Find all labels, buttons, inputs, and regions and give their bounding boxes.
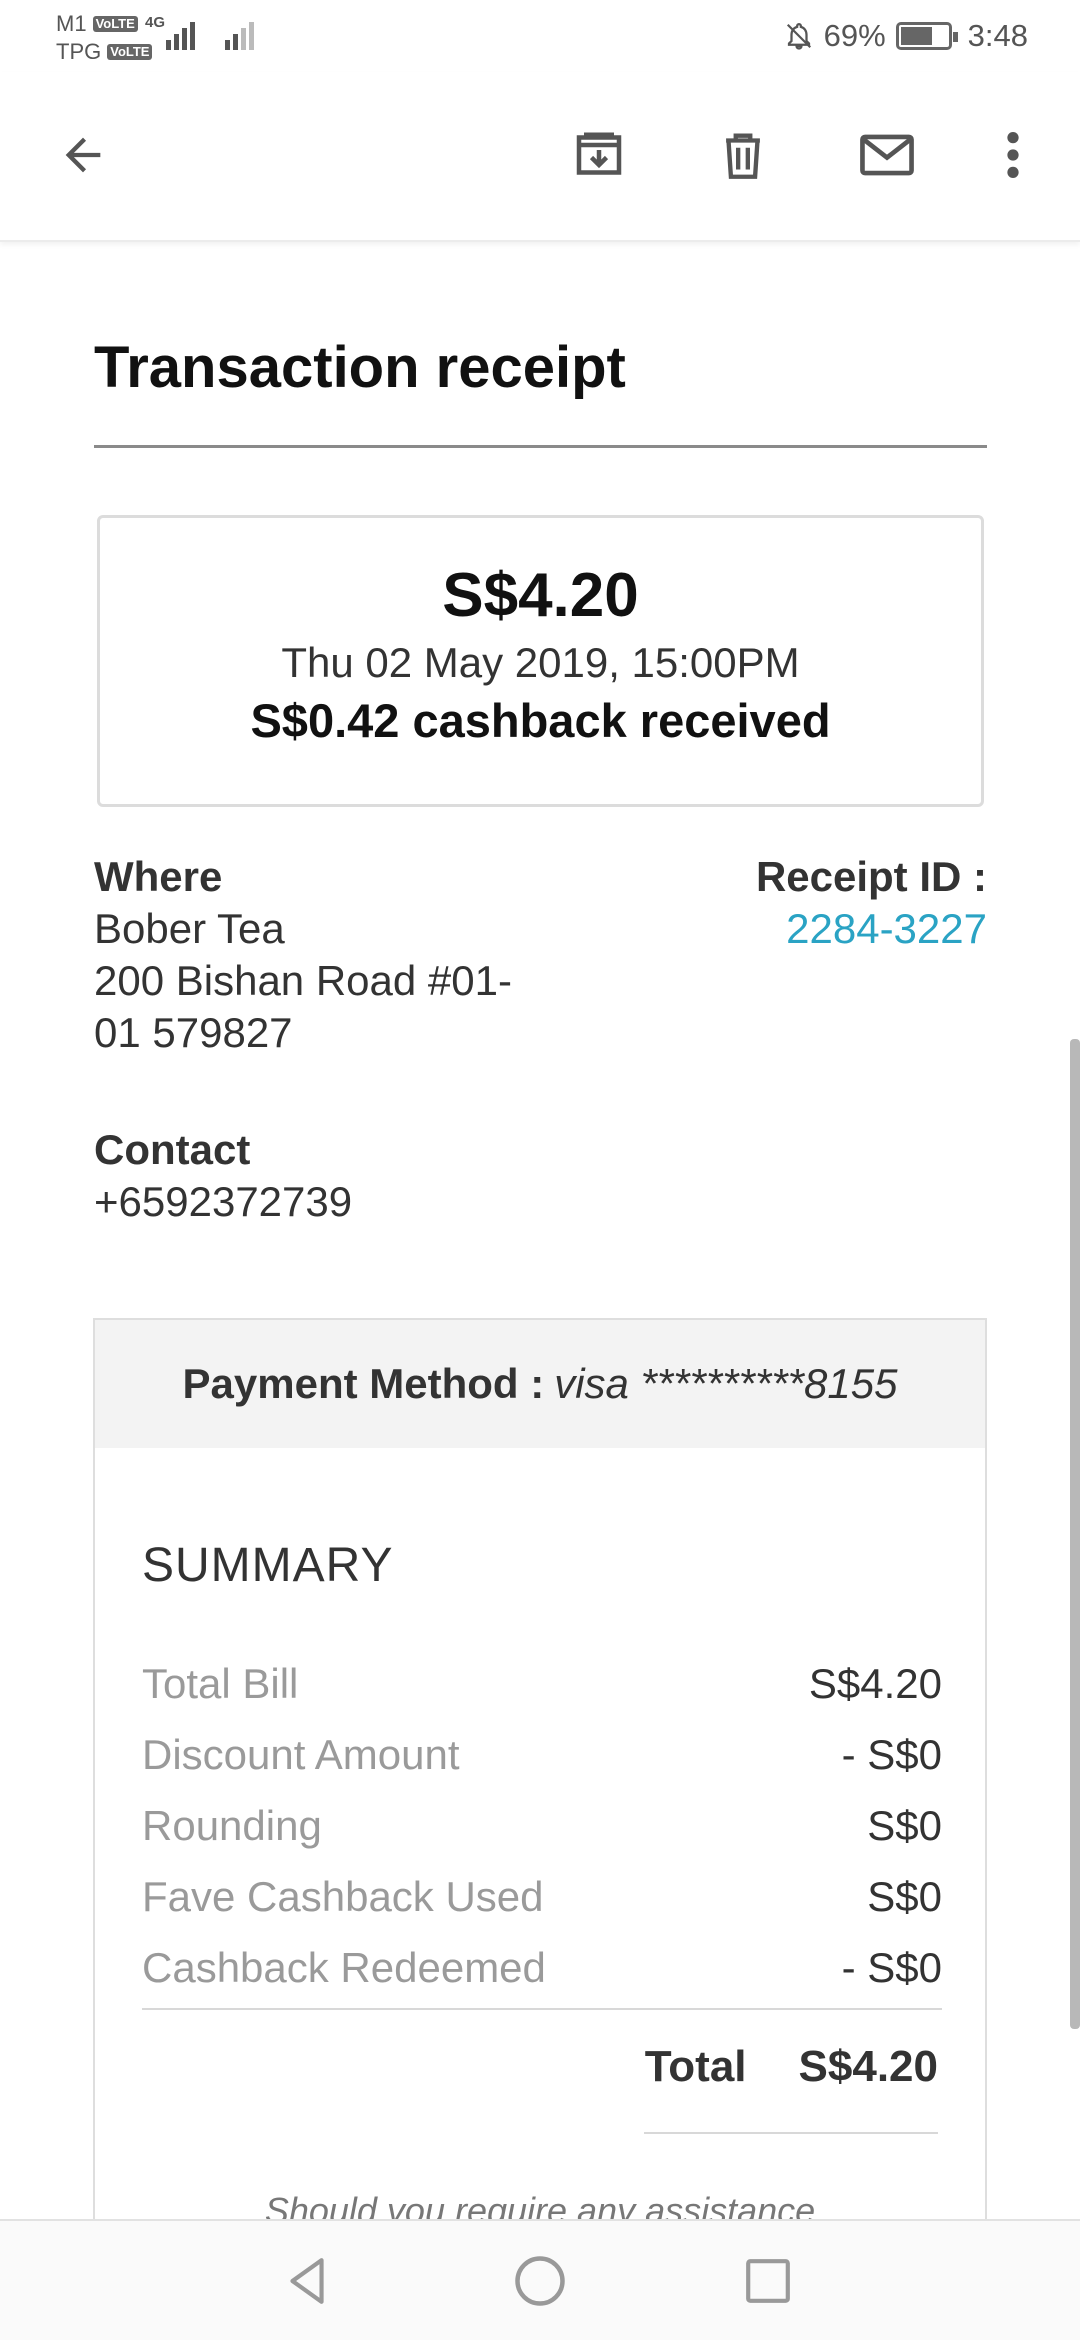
- summary-value: S$4.20: [808, 1659, 942, 1707]
- amount-summary-box: S$4.20 Thu 02 May 2019, 15:00PM S$0.42 c…: [97, 515, 984, 807]
- receipt-id-section: Receipt ID : 2284-3227: [756, 851, 987, 955]
- address-line-2: 01 579827: [94, 1009, 293, 1056]
- receipt-id-label: Receipt ID :: [755, 853, 987, 900]
- nav-back-icon[interactable]: [272, 2246, 342, 2316]
- more-vert-icon[interactable]: [984, 122, 1042, 188]
- nav-recents-icon[interactable]: [733, 2246, 803, 2316]
- summary-divider: [142, 2008, 942, 2010]
- payment-card: Payment Method : visa **********8155 SUM…: [93, 1318, 987, 2219]
- clock: 3:48: [967, 18, 1028, 53]
- carrier-info: M1 VoLTE TPG VoLTE: [56, 10, 153, 66]
- mail-icon[interactable]: [854, 122, 920, 188]
- summary-value: S$0: [867, 1801, 942, 1849]
- page-title: Transaction receipt: [94, 335, 626, 400]
- payment-method-value: visa **********8155: [554, 1360, 898, 1407]
- summary-label: Total Bill: [142, 1659, 299, 1707]
- total-row: Total S$4.20: [645, 2042, 938, 2092]
- total-label: Total: [644, 2042, 747, 2091]
- transaction-amount: S$4.20: [442, 561, 639, 630]
- summary-label: Cashback Redeemed: [142, 1943, 546, 1991]
- summary-row: Fave Cashback Used S$0: [142, 1861, 942, 1932]
- status-right: 69% 3:48: [784, 18, 1028, 54]
- payment-method-row: Payment Method : visa **********8155: [95, 1320, 985, 1448]
- archive-icon[interactable]: [566, 122, 632, 188]
- back-arrow-icon[interactable]: [50, 122, 116, 188]
- summary-label: Discount Amount: [142, 1730, 460, 1778]
- summary-label: Rounding: [142, 1801, 322, 1849]
- scrollbar[interactable]: [1070, 1039, 1080, 2029]
- summary-value: - S$0: [841, 1943, 942, 1991]
- where-section: Where Bober Tea 200 Bishan Road #01- 01 …: [94, 851, 554, 1059]
- delete-icon[interactable]: [710, 122, 776, 188]
- contact-section: Contact +6592372739: [94, 1124, 352, 1228]
- nav-home-icon[interactable]: [505, 2246, 575, 2316]
- contact-label: Contact: [94, 1126, 251, 1173]
- battery-icon: [895, 22, 958, 50]
- transaction-date: Thu 02 May 2019, 15:00PM: [281, 639, 800, 686]
- title-divider: [94, 445, 987, 448]
- summary-title: SUMMARY: [142, 1539, 394, 1592]
- cashback-text: S$0.42 cashback received: [250, 694, 831, 747]
- signal-icon: [225, 18, 254, 50]
- email-body: Transaction receipt S$4.20 Thu 02 May 20…: [0, 244, 1080, 2219]
- carrier-2: TPG: [56, 39, 102, 64]
- merchant-name: Bober Tea: [94, 905, 285, 952]
- battery-percent: 69%: [823, 18, 886, 53]
- volte-badge: VoLTE: [107, 44, 153, 60]
- payment-method-label: Payment Method :: [182, 1360, 545, 1407]
- volte-badge: VoLTE: [92, 16, 138, 32]
- bell-off-icon: [786, 23, 811, 50]
- signal-icon: [166, 18, 195, 50]
- summary-value: - S$0: [841, 1730, 942, 1778]
- network-type: 4G: [145, 14, 166, 31]
- summary-row: Total Bill S$4.20: [142, 1648, 942, 1719]
- status-bar: M1 VoLTE TPG VoLTE 4G 69% 3:48: [0, 0, 1080, 72]
- total-divider: [644, 2132, 938, 2134]
- app-toolbar: [0, 72, 1080, 242]
- total-value: S$4.20: [798, 2042, 938, 2091]
- system-nav-bar: [0, 2219, 1080, 2340]
- where-label: Where: [94, 853, 223, 900]
- summary-row: Cashback Redeemed - S$0: [142, 1932, 942, 2003]
- summary-row: Discount Amount - S$0: [142, 1719, 942, 1790]
- assistance-text: Should you require any assistance: [264, 2190, 816, 2219]
- summary-label: Fave Cashback Used: [142, 1872, 544, 1920]
- address-line-1: 200 Bishan Road #01-: [94, 957, 512, 1004]
- receipt-id-link[interactable]: 2284-3227: [756, 903, 987, 955]
- contact-phone[interactable]: +6592372739: [94, 1176, 352, 1228]
- carrier-1: M1: [56, 11, 87, 36]
- summary-row: Rounding S$0: [142, 1790, 942, 1861]
- summary-value: S$0: [867, 1872, 942, 1920]
- summary-list: Total Bill S$4.20 Discount Amount - S$0 Ro…: [142, 1648, 942, 2003]
